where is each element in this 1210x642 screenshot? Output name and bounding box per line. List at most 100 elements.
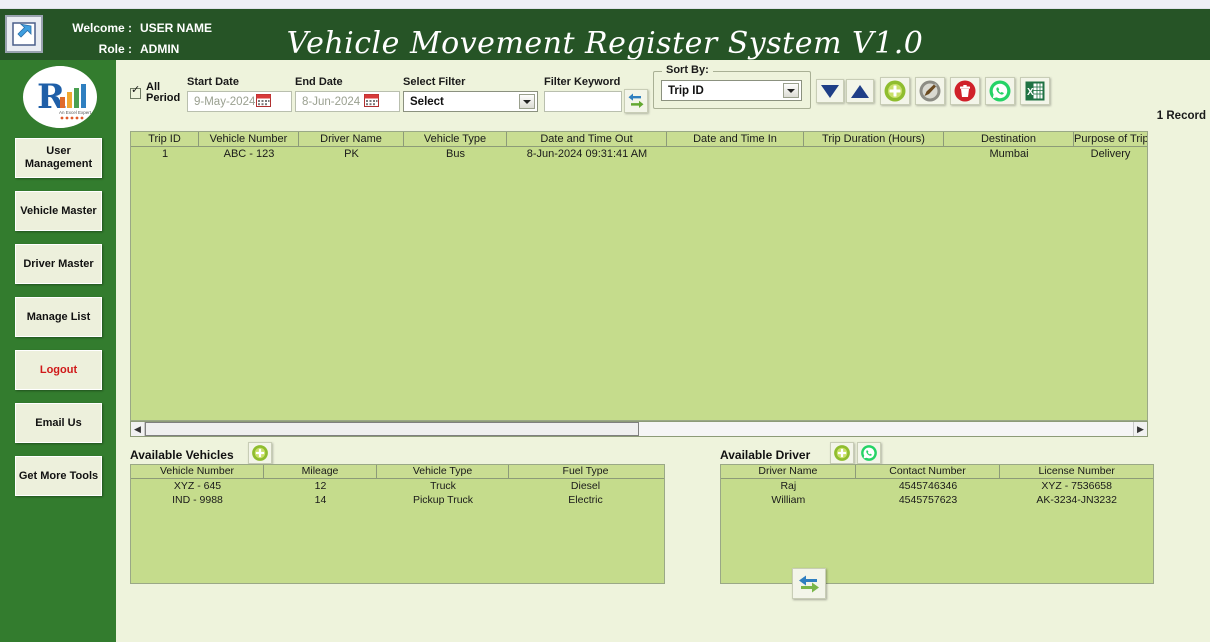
filter-keyword-label: Filter Keyword: [544, 76, 621, 88]
table-cell: 8-Jun-2024 09:31:41 AM: [526, 148, 648, 160]
sidebar-item-label: User Management: [24, 145, 93, 170]
table-cell: Electric: [568, 494, 603, 506]
column-header[interactable]: Destination: [944, 132, 1074, 146]
column-header[interactable]: Vehicle Number: [199, 132, 299, 146]
svg-text:An Excel Expert: An Excel Expert: [59, 110, 92, 115]
sidebar-item-logout[interactable]: Logout: [15, 350, 102, 390]
available-vehicles-header-row: Vehicle Number Mileage Vehicle Type Fuel Ty…: [131, 465, 664, 479]
table-cell: 1: [161, 148, 169, 160]
select-filter-dropdown[interactable]: Select: [403, 91, 538, 112]
table-row[interactable]: 1 ABC - 123 PK Bus 8-Jun-2024 09:31:41 AM Mum…: [131, 147, 1147, 161]
filter-keyword-input[interactable]: [544, 91, 622, 112]
table-cell: Truck: [430, 480, 456, 492]
scrollbar-track[interactable]: [145, 422, 1133, 436]
add-record-button[interactable]: [880, 77, 910, 105]
available-vehicles-grid[interactable]: Vehicle Number Mileage Vehicle Type Fuel Ty…: [130, 464, 665, 584]
column-header[interactable]: Purpose of Trip: [1074, 132, 1147, 146]
column-header[interactable]: Contact Number: [856, 465, 1001, 478]
start-date-calendar-icon[interactable]: [256, 93, 271, 108]
scroll-right-icon[interactable]: ▶: [1133, 422, 1147, 436]
start-date-input[interactable]: 9-May-2024: [187, 91, 292, 112]
column-header[interactable]: Date and Time In: [667, 132, 804, 146]
sidebar-item-label: Logout: [39, 363, 78, 376]
column-header[interactable]: Date and Time Out: [507, 132, 667, 146]
main-content: All Period Start Date 9-May-2024: [116, 60, 1210, 642]
sidebar-item-label: Email Us: [35, 416, 82, 429]
select-filter-label: Select Filter: [403, 76, 466, 88]
restore-window-icon[interactable]: [5, 15, 43, 53]
all-period-checkbox-box[interactable]: [130, 85, 141, 99]
column-header[interactable]: Trip ID: [131, 132, 199, 146]
table-row[interactable]: XYZ - 645 12 Truck Diesel: [131, 479, 664, 493]
add-circle-icon: [834, 445, 850, 461]
column-header[interactable]: Vehicle Type: [377, 465, 509, 478]
column-header[interactable]: Vehicle Type: [404, 132, 507, 146]
chevron-down-icon[interactable]: [783, 83, 799, 98]
sidebar-item-get-more-tools[interactable]: Get More Tools: [15, 456, 102, 496]
delete-trash-icon: [954, 80, 976, 102]
sort-ascending-button[interactable]: [846, 79, 874, 103]
sidebar-item-user-management[interactable]: User Management: [15, 138, 102, 178]
table-cell: IND - 9988: [172, 494, 223, 506]
sidebar-item-label: Get More Tools: [18, 469, 99, 482]
add-driver-button[interactable]: [830, 442, 854, 464]
table-row[interactable]: William 4545757623 AK-3234-JN3232: [721, 493, 1153, 507]
sort-ascending-icon: [851, 84, 869, 98]
table-cell: 14: [314, 494, 327, 506]
table-row[interactable]: IND - 9988 14 Pickup Truck Electric: [131, 493, 664, 507]
column-header[interactable]: Driver Name: [721, 465, 856, 478]
available-driver-grid[interactable]: Driver Name Contact Number License Number …: [720, 464, 1154, 584]
sidebar-item-driver-master[interactable]: Driver Master: [15, 244, 102, 284]
scrollbar-thumb[interactable]: [145, 422, 639, 436]
column-header[interactable]: Mileage: [264, 465, 377, 478]
whatsapp-share-button[interactable]: [985, 77, 1015, 105]
add-circle-icon: [252, 445, 268, 461]
column-header[interactable]: Vehicle Number: [131, 465, 264, 478]
table-cell: 4545757623: [898, 494, 958, 506]
trip-records-grid[interactable]: Trip ID Vehicle Number Driver Name Vehicle …: [130, 131, 1148, 421]
sidebar-item-vehicle-master[interactable]: Vehicle Master: [15, 191, 102, 231]
filter-toolbar: All Period Start Date 9-May-2024: [116, 60, 1210, 120]
table-cell: Bus: [446, 148, 465, 160]
whatsapp-driver-button[interactable]: [857, 442, 881, 464]
end-date-calendar-icon[interactable]: [364, 93, 379, 108]
add-vehicle-button[interactable]: [248, 442, 272, 464]
end-date-input[interactable]: 8-Jun-2024: [295, 91, 400, 112]
all-period-checkbox[interactable]: All Period: [130, 82, 188, 104]
chevron-down-icon[interactable]: [519, 94, 535, 109]
add-circle-icon: [884, 80, 906, 102]
pk-an-excel-expert-logo: R An Excel Expert: [23, 66, 97, 128]
column-header[interactable]: License Number: [1000, 465, 1153, 478]
edit-record-button[interactable]: [915, 77, 945, 105]
delete-record-button[interactable]: [950, 77, 980, 105]
table-cell: 4545746346: [898, 480, 958, 492]
start-date-label: Start Date: [187, 76, 239, 88]
column-header[interactable]: Fuel Type: [509, 465, 662, 478]
sidebar-item-manage-list[interactable]: Manage List: [15, 297, 102, 337]
grid-horizontal-scrollbar[interactable]: ◀ ▶: [130, 421, 1148, 437]
transfer-swap-button[interactable]: [792, 568, 826, 599]
refresh-filter-button[interactable]: [624, 89, 648, 113]
sidebar-item-label: Driver Master: [23, 257, 94, 270]
table-cell: [667, 147, 804, 161]
sort-by-dropdown[interactable]: Trip ID: [661, 80, 802, 101]
sidebar-item-email-us[interactable]: Email Us: [15, 403, 102, 443]
column-header[interactable]: Trip Duration (Hours): [804, 132, 944, 146]
table-cell: Raj: [780, 480, 797, 492]
app-header: Welcome : USER NAME Role : ADMIN Vehicle M…: [0, 9, 1210, 61]
welcome-username: USER NAME: [140, 21, 213, 35]
welcome-label: Welcome :: [72, 21, 132, 35]
sort-by-legend: Sort By:: [662, 64, 713, 76]
sort-by-value: Trip ID: [668, 84, 704, 97]
scroll-left-icon[interactable]: ◀: [131, 422, 145, 436]
column-header[interactable]: Driver Name: [299, 132, 404, 146]
table-row[interactable]: Raj 4545746346 XYZ - 7536658: [721, 479, 1153, 493]
end-date-label: End Date: [295, 76, 343, 88]
sort-descending-button[interactable]: [816, 79, 844, 103]
record-count-label: 1 Record: [1156, 110, 1206, 122]
grid-header-row: Trip ID Vehicle Number Driver Name Vehicle …: [131, 132, 1147, 147]
table-cell: [804, 147, 944, 161]
available-vehicles-body: XYZ - 645 12 Truck Diesel IND - 9988 14 Pickup…: [131, 479, 664, 507]
available-driver-title: Available Driver: [720, 448, 811, 462]
export-excel-button[interactable]: X: [1020, 77, 1050, 105]
